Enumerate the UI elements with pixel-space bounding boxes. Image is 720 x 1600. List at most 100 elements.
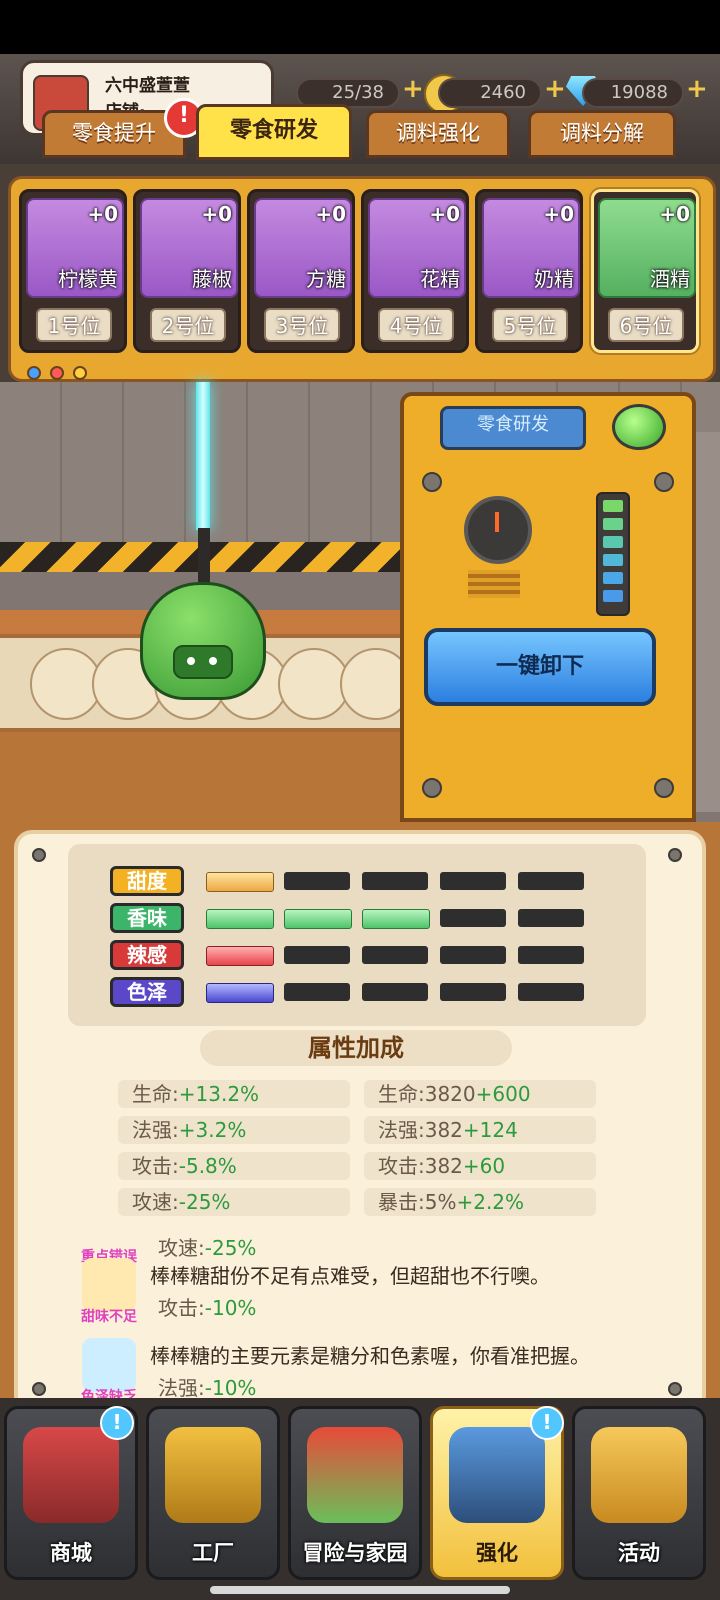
flower-essence-item-icon: +0 花精: [368, 198, 466, 298]
slot-6[interactable]: +0 酒精 6号位: [591, 189, 699, 353]
machine-side-panel: [696, 432, 720, 812]
stat-name: 生命:3820: [378, 1082, 476, 1106]
effect-name: 法强:: [158, 1376, 205, 1400]
stat-bonus: +60: [462, 1154, 506, 1178]
screw-icon: [668, 848, 682, 862]
tab-seasoning-decompose[interactable]: 调料分解: [528, 110, 676, 158]
robot-eye: [187, 657, 195, 665]
slot-level: +0: [201, 202, 232, 226]
attribute-bar: [362, 946, 428, 964]
robot-eye: [209, 657, 217, 665]
factory-icon: [165, 1427, 261, 1523]
stat-name: 攻击:: [132, 1154, 179, 1178]
nav-events[interactable]: 活动: [572, 1406, 706, 1580]
factory-scene: 零食研发 一键卸下: [0, 382, 720, 822]
stat-name: 暴击:5%: [378, 1190, 457, 1214]
feedback-tag: 甜味不足: [81, 1309, 137, 1325]
attribute-bar: [518, 909, 584, 927]
meter-segment: [603, 536, 623, 548]
nav-label: 商城: [50, 1541, 92, 1565]
slot-3[interactable]: +0 方糖 3号位: [247, 189, 355, 353]
adventure-home-icon: [307, 1427, 403, 1523]
nav-label: 冒险与家园: [302, 1541, 408, 1565]
stat-bonus: +600: [475, 1082, 531, 1106]
nav-label: 工厂: [192, 1541, 234, 1565]
unload-all-button[interactable]: 一键卸下: [424, 628, 656, 706]
research-info-panel: 甜度 香味 辣感 色泽 属性加成 生命:+13.2% 法强:+3.2% 攻击:-5.8…: [14, 830, 706, 1422]
effect-name: 攻击:: [158, 1296, 205, 1320]
attribute-rows: 甜度 香味 辣感 色泽: [68, 844, 646, 1026]
stat-left-speed: 攻速:-25%: [118, 1188, 350, 1216]
gauge-icon: [464, 496, 532, 564]
screw-icon: [668, 1382, 682, 1396]
attribute-bar: [284, 983, 350, 1001]
attribute-bar: [284, 872, 350, 890]
hazard-stripe: [0, 542, 420, 572]
profile-name: 六中盛萱萱: [105, 76, 190, 96]
add-coin-button[interactable]: +: [544, 74, 566, 104]
header: 六中盛萱萱 店铺· 25/38 + 2460 + 19088 + 零食提升 ! …: [0, 54, 720, 164]
slot-1[interactable]: +0 柠檬黄 1号位: [19, 189, 127, 353]
attribute-bar: [440, 983, 506, 1001]
laser-beam: [196, 382, 210, 530]
notification-mark: !: [542, 1410, 552, 1434]
add-diamond-button[interactable]: +: [686, 74, 708, 104]
slot-level: +0: [87, 202, 118, 226]
meter-segment: [603, 500, 623, 512]
attribute-label: 色泽: [110, 977, 184, 1007]
meter-segment: [603, 518, 623, 530]
feedback-list[interactable]: 重点错误 攻速:-25% 甜味不足 棒棒糖甜份不足有点难受，但超甜也不行噢。 攻…: [58, 1222, 678, 1412]
page-dot: [50, 366, 65, 380]
stat-left-attack: 攻击:-5.8%: [118, 1152, 350, 1180]
home-indicator[interactable]: [210, 1586, 510, 1594]
attribute-bar: [518, 872, 584, 890]
effect-value: -10%: [204, 1296, 257, 1320]
tab-label: 零食提升: [72, 121, 156, 145]
coin-value: 2460: [480, 82, 526, 103]
slot-item-name: 柠檬黄: [58, 267, 118, 291]
stat-value: -5.8%: [178, 1154, 237, 1178]
attribute-bar: [284, 909, 352, 929]
screw-icon: [422, 778, 442, 798]
diamond-counter: 19088: [582, 78, 684, 108]
tab-seasoning-enhance[interactable]: 调料强化: [366, 110, 510, 158]
status-bar: [0, 0, 720, 54]
slot-item-name: 奶精: [534, 267, 574, 291]
attribute-bonus-title: 属性加成: [200, 1030, 512, 1066]
screw-icon: [32, 1382, 46, 1396]
slot-2[interactable]: +0 藤椒 2号位: [133, 189, 241, 353]
stat-name: 生命:: [132, 1082, 179, 1106]
nav-factory[interactable]: 工厂: [146, 1406, 280, 1580]
slot-level: +0: [315, 202, 346, 226]
coin-counter: 2460: [438, 78, 542, 108]
tab-snack-research[interactable]: 零食研发: [196, 104, 352, 160]
meter-segment: [603, 590, 623, 602]
lollipop-robot[interactable]: [140, 582, 266, 700]
info-panel-frame: 甜度 香味 辣感 色泽 属性加成 生命:+13.2% 法强:+3.2% 攻击:-5.8…: [0, 822, 720, 1454]
slot-position-label: 4号位: [378, 308, 454, 342]
screw-icon: [654, 472, 674, 492]
slot-level: +0: [543, 202, 574, 226]
stat-right-magic: 法强:382+124: [364, 1116, 596, 1144]
research-machine: 零食研发 一键卸下: [400, 392, 696, 822]
slot-level: +0: [429, 202, 460, 226]
add-energy-button[interactable]: +: [402, 74, 424, 104]
candy-stick: [198, 528, 210, 590]
slot-position-label: 5号位: [492, 308, 568, 342]
attribute-bar: [440, 872, 506, 890]
tab-label: 零食研发: [229, 118, 318, 143]
vent-grille: [468, 570, 520, 598]
slot-4[interactable]: +0 花精 4号位: [361, 189, 469, 353]
attribute-label: 甜度: [110, 866, 184, 896]
screw-icon: [32, 848, 46, 862]
slot-position-label: 6号位: [608, 308, 684, 342]
start-research-button[interactable]: [612, 404, 666, 450]
attribute-bar: [206, 946, 274, 966]
nav-adventure-home[interactable]: 冒险与家园: [288, 1406, 422, 1580]
slot-position-label: 2号位: [150, 308, 226, 342]
attribute-bar: [362, 872, 428, 890]
slot-5[interactable]: +0 奶精 5号位: [475, 189, 583, 353]
attribute-bar: [518, 946, 584, 964]
attribute-bar: [206, 983, 274, 1003]
stat-right-hp: 生命:3820+600: [364, 1080, 596, 1108]
